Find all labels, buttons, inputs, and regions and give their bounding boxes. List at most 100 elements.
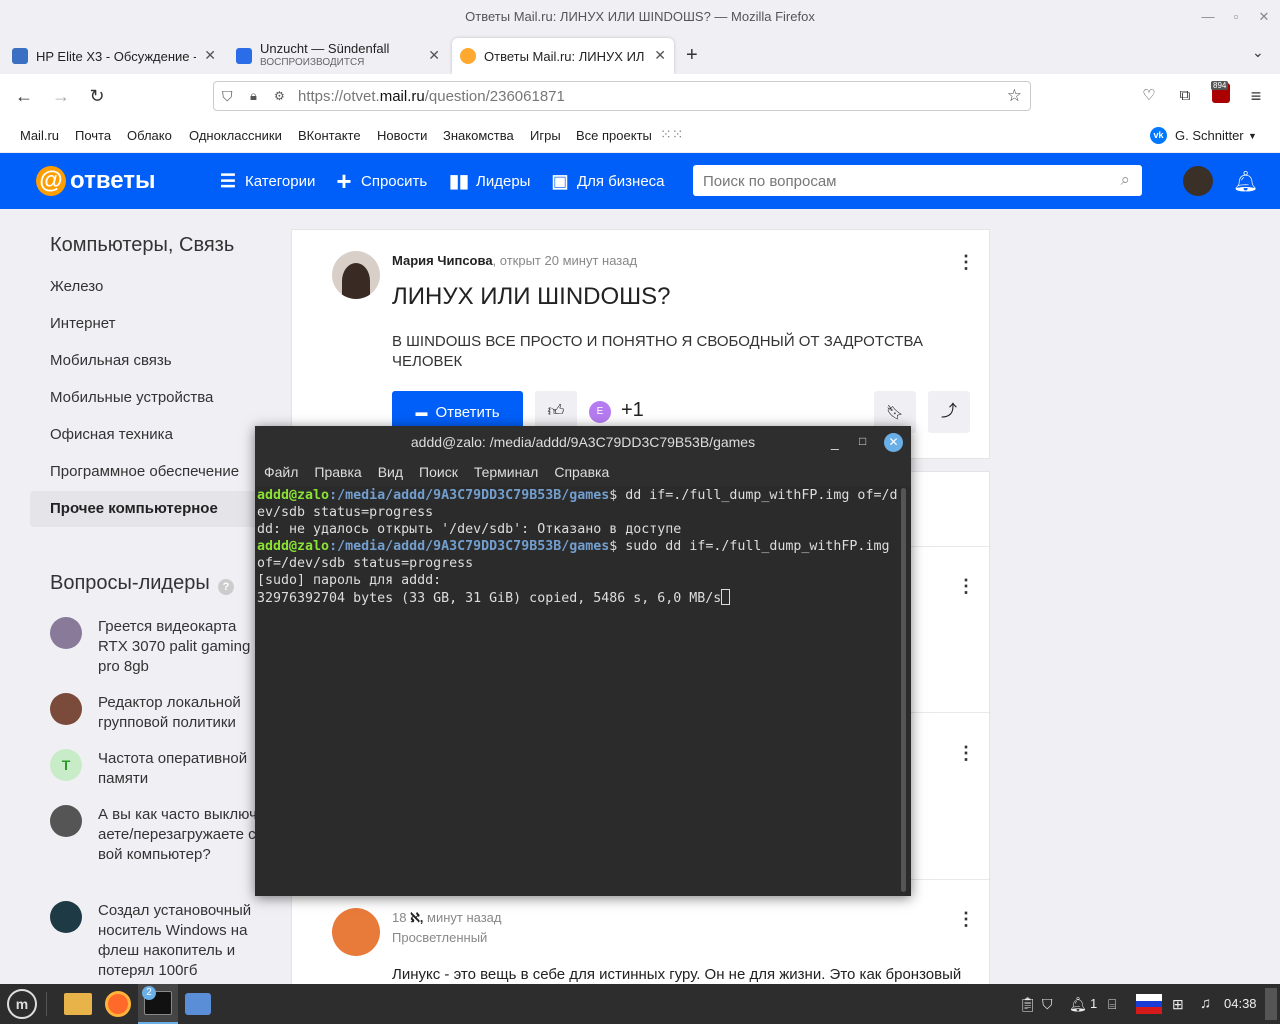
nav-leaders[interactable]: ▮▮ Лидеры xyxy=(449,153,530,209)
portal-link-mailru[interactable]: Mail.ru xyxy=(20,128,59,143)
terminal-output[interactable]: addd@zalo:/media/addd/9A3C79DD3C79B53B/g… xyxy=(257,487,901,607)
search-icon[interactable]: ⌕ xyxy=(1120,170,1130,190)
menu-search[interactable]: Поиск xyxy=(419,464,458,480)
url-bar[interactable]: ⛉ 🔒︎ ⚙ https://otvet.mail.ru/question/23… xyxy=(213,81,1031,111)
firefox-icon[interactable] xyxy=(98,984,138,1024)
more-options-icon[interactable]: ⋮ xyxy=(957,910,975,928)
back-icon[interactable]: ← xyxy=(13,85,35,107)
leader-question[interactable]: Создал установочный носитель Windows на … xyxy=(50,901,260,981)
leader-question[interactable]: А вы как часто выключаете/перезагружаете… xyxy=(50,805,260,890)
ublock-icon[interactable]: 894 xyxy=(1211,81,1230,103)
user-chevron-down-icon[interactable]: ▼ xyxy=(1248,131,1257,141)
user-avatar[interactable] xyxy=(1183,166,1213,196)
menu-hamburger-icon[interactable]: ≡ xyxy=(1245,85,1267,107)
menu-edit[interactable]: Правка xyxy=(314,464,361,480)
onscreen-keyboard-icon[interactable]: ⌸ xyxy=(1108,984,1116,1024)
share-button[interactable]: ⤴ xyxy=(928,391,970,433)
logo[interactable]: @ ответы xyxy=(36,153,156,209)
tab-list-chevron-icon[interactable]: ⌄ xyxy=(1252,44,1264,61)
more-options-icon[interactable]: ⋮ xyxy=(957,253,975,271)
portal-link-vk[interactable]: ВКонтакте xyxy=(298,128,361,143)
permissions-icon[interactable]: ⚙ xyxy=(274,89,288,103)
user-name[interactable]: G. Schnitter xyxy=(1175,128,1244,143)
leader-text[interactable]: Частота оперативной памяти xyxy=(98,749,258,789)
search-input[interactable]: Поиск по вопросам ⌕ xyxy=(693,165,1142,196)
menu-view[interactable]: Вид xyxy=(378,464,403,480)
terminal-title-bar[interactable]: addd@zalo: /media/addd/9A3C79DD3C79B53B/… xyxy=(255,426,911,458)
portal-link-dating[interactable]: Знакомства xyxy=(443,128,514,143)
update-shield-icon[interactable]: ⛉ xyxy=(1042,984,1053,1024)
terminal-maximize-icon[interactable]: □ xyxy=(859,434,866,448)
nav-ask[interactable]: + Спросить xyxy=(334,153,427,209)
russian-flag-icon[interactable] xyxy=(1136,994,1162,1014)
terminal-minimize-icon[interactable]: _ xyxy=(831,434,839,450)
close-window-icon[interactable]: ✕ xyxy=(1256,9,1272,25)
pocket-icon[interactable]: ♡ xyxy=(1138,85,1160,107)
leader-question[interactable]: T Частота оперативной памяти xyxy=(50,749,260,794)
files-folder-icon[interactable] xyxy=(58,984,98,1024)
answer-author-avatar[interactable] xyxy=(332,908,380,956)
leader-text[interactable]: А вы как часто выключаете/перезагружаете… xyxy=(98,805,258,865)
show-desktop-button[interactable] xyxy=(1265,988,1277,1020)
network-icon[interactable]: ⊞ xyxy=(1172,984,1184,1024)
bookmark-star-icon[interactable]: ☆ xyxy=(1007,86,1022,106)
leader-question[interactable]: Греется видеокарта RTX 3070 palit gaming… xyxy=(50,617,260,677)
reload-icon[interactable]: ↻ xyxy=(86,85,108,107)
tab-unzucht[interactable]: Unzucht — Sündenfall ВОСПРОИЗВОДИТСЯ ✕ xyxy=(228,38,448,74)
sound-icon[interactable]: ♫ xyxy=(1200,984,1211,1024)
portal-link-all-projects[interactable]: Все проекты xyxy=(576,128,652,143)
menu-file[interactable]: Файл xyxy=(264,464,298,480)
leader-text[interactable]: Создал установочный носитель Windows на … xyxy=(98,901,258,981)
sidebar-item-hardware[interactable]: Железо xyxy=(30,269,260,305)
nav-business[interactable]: ▣ Для бизнеса xyxy=(550,153,664,209)
portal-link-ok[interactable]: Одноклассники xyxy=(189,128,282,143)
nav-categories[interactable]: ☰ Категории xyxy=(218,153,315,209)
leader-text[interactable]: Редактор локальной групповой политики xyxy=(98,693,258,733)
terminal-close-icon[interactable]: ✕ xyxy=(884,433,903,452)
grid-icon[interactable]: ⁙⁙ xyxy=(660,126,683,143)
sidebar-item-office[interactable]: Офисная техника xyxy=(30,417,260,453)
clock[interactable]: 04:38 xyxy=(1224,984,1257,1024)
sidebar-item-software[interactable]: Программное обеспечение xyxy=(30,454,260,490)
tab-otvet[interactable]: Ответы Mail.ru: ЛИНУХ ИЛ ✕ xyxy=(452,38,674,74)
minimize-icon[interactable]: — xyxy=(1200,9,1216,25)
leader-text[interactable]: Греется видеокарта RTX 3070 palit gaming… xyxy=(98,617,258,677)
lock-icon[interactable]: 🔒︎ xyxy=(250,88,264,104)
author-name[interactable]: Мария Чипсова xyxy=(392,253,493,268)
terminal-window[interactable]: addd@zalo: /media/addd/9A3C79DD3C79B53B/… xyxy=(255,426,911,896)
help-icon[interactable]: ? xyxy=(218,579,234,595)
sidebar-item-other[interactable]: Прочее компьютерное xyxy=(30,491,260,527)
forward-icon[interactable]: → xyxy=(50,85,72,107)
tab-hp-elite[interactable]: HP Elite X3 - Обсуждение - ✕ xyxy=(4,38,224,74)
portal-link-oblako[interactable]: Облако xyxy=(127,128,172,143)
start-menu-mint-icon[interactable]: m xyxy=(4,984,40,1024)
more-options-icon[interactable]: ⋮ xyxy=(957,744,975,762)
terminal-taskbar-icon[interactable]: 2 xyxy=(138,984,178,1024)
url-text[interactable]: https://otvet.mail.ru/question/236061871 xyxy=(298,88,565,105)
sidebar-item-mobile[interactable]: Мобильная связь xyxy=(30,343,260,379)
close-tab-icon[interactable]: ✕ xyxy=(428,47,440,64)
sidebar-item-devices[interactable]: Мобильные устройства xyxy=(30,380,260,416)
answer-author-name[interactable]: ℵ, xyxy=(410,910,423,925)
screenshot-camera-icon[interactable] xyxy=(178,984,218,1024)
sidebar-item-internet[interactable]: Интернет xyxy=(30,306,260,342)
portal-link-pochta[interactable]: Почта xyxy=(75,128,111,143)
shield-icon[interactable]: ⛉ xyxy=(222,88,238,105)
author-avatar[interactable] xyxy=(332,251,380,299)
menu-terminal[interactable]: Терминал xyxy=(474,464,538,480)
more-options-icon[interactable]: ⋮ xyxy=(957,577,975,595)
close-tab-icon[interactable]: ✕ xyxy=(654,47,666,64)
liker-avatar[interactable]: E xyxy=(589,401,611,423)
maximize-icon[interactable]: ▫ xyxy=(1228,9,1244,25)
portal-link-news[interactable]: Новости xyxy=(377,128,427,143)
extensions-icon[interactable]: ⧉ xyxy=(1174,85,1196,107)
bell-icon[interactable]: 🔔︎ xyxy=(1233,169,1258,194)
close-tab-icon[interactable]: ✕ xyxy=(204,47,216,64)
new-tab-icon[interactable]: + xyxy=(686,44,698,67)
terminal-scrollbar[interactable] xyxy=(901,488,906,892)
portal-link-games[interactable]: Игры xyxy=(530,128,561,143)
leader-question[interactable]: Редактор локальной групповой политики xyxy=(50,693,260,738)
menu-help[interactable]: Справка xyxy=(554,464,609,480)
notification-bell-icon[interactable]: 🔔︎ xyxy=(1069,984,1087,1024)
clipboard-icon[interactable]: 📋︎ xyxy=(1019,984,1037,1024)
